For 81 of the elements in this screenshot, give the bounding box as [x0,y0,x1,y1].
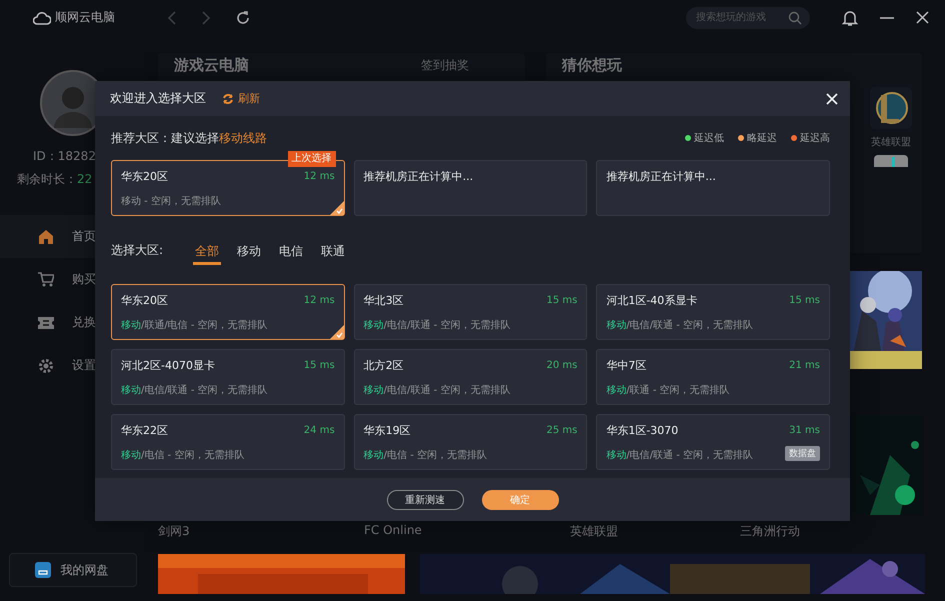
zone-card[interactable]: 华中7区 21 ms 移动/联通 - 空闲，无需排队 [596,349,830,405]
dialog-title: 欢迎进入选择大区 [110,90,206,107]
zone-name: 华东20区 [121,169,168,184]
close-icon[interactable] [916,11,929,24]
zone-status: 移动/电信 - 空闲，无需排队 [121,448,244,462]
zone-name: 华北3区 [364,293,404,308]
cloud-disk-button[interactable]: 我的网盘 [8,553,136,587]
zone-status: 移动 - 空闲，无需排队 [121,194,222,208]
zone-latency: 12 ms [304,295,335,306]
zone-status: 移动/电信/联通 - 空闲，无需排队 [121,384,268,397]
panel-title: 游戏云电脑 [174,56,249,75]
home-icon [38,229,54,244]
filter-tab[interactable]: 移动 [235,241,264,265]
check-icon [330,201,344,215]
recommend-route: 移动线路 [219,130,267,146]
cart-icon [38,272,54,287]
zone-card[interactable]: 河北2区-4070显卡 15 ms 移动/电信/联通 - 空闲，无需排队 [111,349,345,405]
zone-latency: 15 ms [789,295,820,306]
filter-tab[interactable]: 联通 [319,241,348,265]
legend-label: 延迟低 [694,132,724,145]
zone-status: 移动/电信/联通 - 空闲，无需排队 [606,318,754,332]
settings-icon [38,358,54,374]
zone-status: 移动/电信/联通 - 空闲，无需排队 [364,318,510,332]
panel-title: 猜你想玩 [562,56,622,75]
zone-status: 移动/电信/联通 - 空闲，无需排队 [606,448,754,462]
zone-name: 河北2区-4070显卡 [121,358,215,373]
bell-icon[interactable] [842,8,858,26]
zone-status: 移动/电信/联通 - 空闲，无需排队 [364,384,510,397]
cloud-logo-icon [33,10,51,24]
zone-name: 华东1区-3070 [606,423,678,438]
zone-latency: 25 ms [546,425,578,436]
recommend-label: 推荐大区：建议选择 [111,130,219,146]
zone-status: 移动/联通 - 空闲，无需排队 [606,384,730,397]
zone-latency: 15 ms [546,295,578,306]
zone-latency: 24 ms [304,425,335,436]
retest-button[interactable]: 重新测速 [386,490,464,510]
zone-card[interactable]: 华东22区 24 ms 移动/电信 - 空闲，无需排队 [111,414,345,470]
check-icon [330,325,344,339]
search-field[interactable]: 搜索想玩的游戏 [686,6,810,28]
zone-name: 北方2区 [364,358,404,373]
zone-card[interactable]: 河北1区-40系显卡 15 ms 移动/电信/联通 - 空闲，无需排队 [596,284,830,340]
refresh-button[interactable]: 刷新 [222,91,260,106]
zone-card[interactable]: 北方2区 20 ms 移动/电信/联通 - 空闲，无需排队 [354,349,588,405]
filter-tab[interactable]: 电信 [277,241,306,265]
pending-text: 推荐机房正在计算中... [364,169,474,184]
zone-latency: 21 ms [789,360,820,371]
pending-text: 推荐机房正在计算中... [606,169,717,184]
game-label: FC Online [364,523,423,539]
app-name: 顺网云电脑 [55,9,115,26]
legend-label: 略延迟 [747,132,777,145]
game-label: 英雄联盟 [871,136,911,149]
game-label: 三角洲行动 [740,523,801,540]
ticket-icon [38,316,54,330]
search-icon[interactable] [788,10,802,24]
zone-status: 移动/联通/电信 - 空闲，无需排队 [121,318,268,332]
legend-label: 延迟高 [800,132,830,145]
game-label: 剑网3 [158,523,191,540]
data-disk-tag: 数据盘 [785,446,820,460]
zone-card[interactable]: 华东1区-3070 31 ms 移动/电信/联通 - 空闲，无需排队 数据盘 [596,414,830,470]
time-label: 剩余时长： [17,172,77,186]
filter-tab[interactable]: 全部 [193,241,222,265]
zone-latency: 31 ms [789,425,820,436]
zone-latency: 15 ms [304,360,335,371]
time-value: 22 [77,172,92,186]
zone-name: 河北1区-40系显卡 [606,293,698,308]
zone-latency: 12 ms [304,171,335,182]
minimize-icon[interactable] [880,16,894,18]
zone-name: 华东22区 [121,423,168,438]
zone-status: 移动/电信 - 空闲，无需排队 [364,448,487,462]
zone-card[interactable]: 华东20区 12 ms 移动/联通/电信 - 空闲，无需排队 [111,284,345,340]
refresh-icon [222,92,234,104]
reload-icon[interactable] [235,10,251,26]
zone-card[interactable]: 华北3区 15 ms 移动/电信/联通 - 空闲，无需排队 [354,284,588,340]
game-label: 英雄联盟 [570,523,619,540]
last-choice-badge: 上次选择 [288,151,336,167]
zone-latency: 20 ms [546,360,578,371]
zone-card[interactable]: 华东19区 25 ms 移动/电信 - 空闲，无需排队 [354,414,588,470]
zone-name: 华东20区 [121,293,168,308]
zone-name: 华东19区 [364,423,411,438]
zone-name: 华中7区 [606,358,646,373]
user-id: ID：18282 [33,148,96,165]
